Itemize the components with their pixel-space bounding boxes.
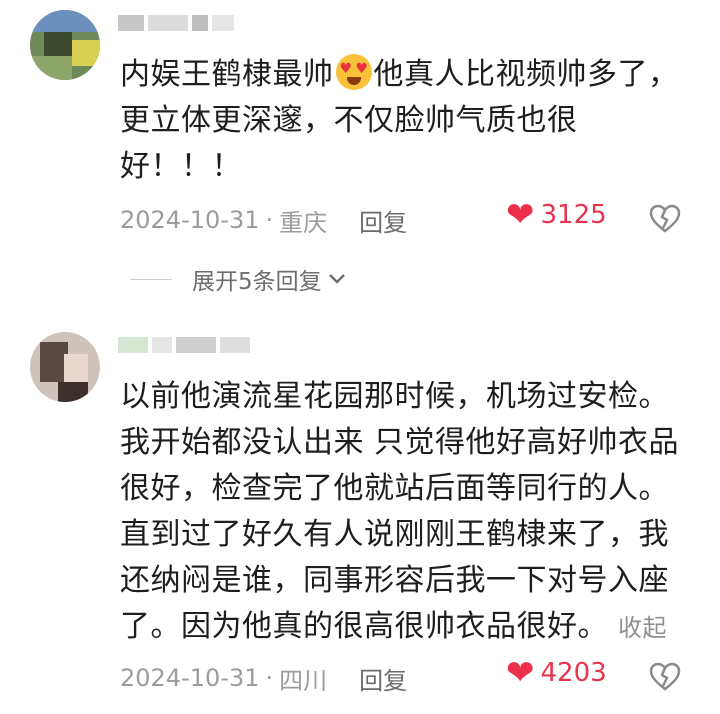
chevron-down-icon (328, 269, 346, 290)
comment-line: 很好，检查完了他就站后面等同行的人。 (120, 471, 669, 506)
comment-meta: 2024-10-31 · 四川 回复 (120, 658, 700, 698)
heart-eyes-emoji-icon: ♥ ♥ (335, 54, 372, 90)
username-redacted[interactable] (118, 334, 250, 356)
comment-line: 内娱王鹤棣最帅 (120, 57, 334, 92)
reply-button[interactable]: 回复 (359, 203, 407, 238)
comment-line: 直到过了好久有人说刚刚王鹤棣来了，我 (120, 517, 669, 552)
avatar[interactable] (30, 332, 100, 402)
expand-replies[interactable]: 展开5条回复 (130, 262, 346, 296)
comment-line: 好！！！ (120, 149, 242, 184)
like-button[interactable]: ❤ 3125 (506, 198, 607, 232)
meta-separator: · (265, 206, 274, 234)
comment-line: 以前他演流星花园那时候，机场过安检。 (120, 379, 669, 414)
comment-line: 更立体更深邃，不仅脸帅气质也很 (120, 103, 578, 138)
avatar[interactable] (30, 10, 100, 80)
like-count: 4203 (540, 658, 607, 688)
like-button[interactable]: ❤ 4203 (506, 656, 607, 690)
comment-date: 2024-10-31 (120, 664, 260, 692)
comment-date: 2024-10-31 (120, 206, 260, 234)
comment-line: 还纳闷是谁，同事形容后我一下对号入座 (120, 563, 669, 598)
like-count: 3125 (540, 200, 607, 230)
comment-meta: 2024-10-31 · 重庆 回复 (120, 200, 700, 240)
comment-item: 内娱王鹤棣最帅 ♥ ♥ 他真人比视频帅多了， 更立体更深邃，不仅脸帅气质也很 好！！！… (0, 0, 720, 320)
heart-icon: ❤ (506, 653, 535, 693)
collapse-button[interactable]: 收起 (618, 614, 667, 642)
heart-icon: ❤ (506, 195, 535, 235)
expand-divider (130, 278, 172, 280)
comment-line: 我开始都没认出来 只觉得他好高好帅衣品 (120, 425, 680, 460)
comment-location: 四川 (279, 666, 328, 695)
meta-separator: · (265, 664, 274, 692)
reply-button[interactable]: 回复 (359, 661, 407, 696)
comment-text: 内娱王鹤棣最帅 ♥ ♥ 他真人比视频帅多了， 更立体更深邃，不仅脸帅气质也很 好！！！ (120, 52, 680, 190)
comment-item: 以前他演流星花园那时候，机场过安检。 我开始都没认出来 只觉得他好高好帅衣品 很… (0, 320, 720, 714)
username-redacted[interactable] (118, 12, 234, 34)
expand-label: 展开5条回复 (192, 269, 322, 295)
comment-line: 了。因为他真的很高很帅衣品很好。 (120, 609, 608, 644)
dislike-icon[interactable] (648, 202, 682, 236)
comment-location: 重庆 (279, 208, 328, 237)
comment-line: 他真人比视频帅多了， (373, 57, 679, 92)
comment-text: 以前他演流星花园那时候，机场过安检。 我开始都没认出来 只觉得他好高好帅衣品 很… (120, 374, 680, 651)
dislike-icon[interactable] (648, 660, 682, 694)
